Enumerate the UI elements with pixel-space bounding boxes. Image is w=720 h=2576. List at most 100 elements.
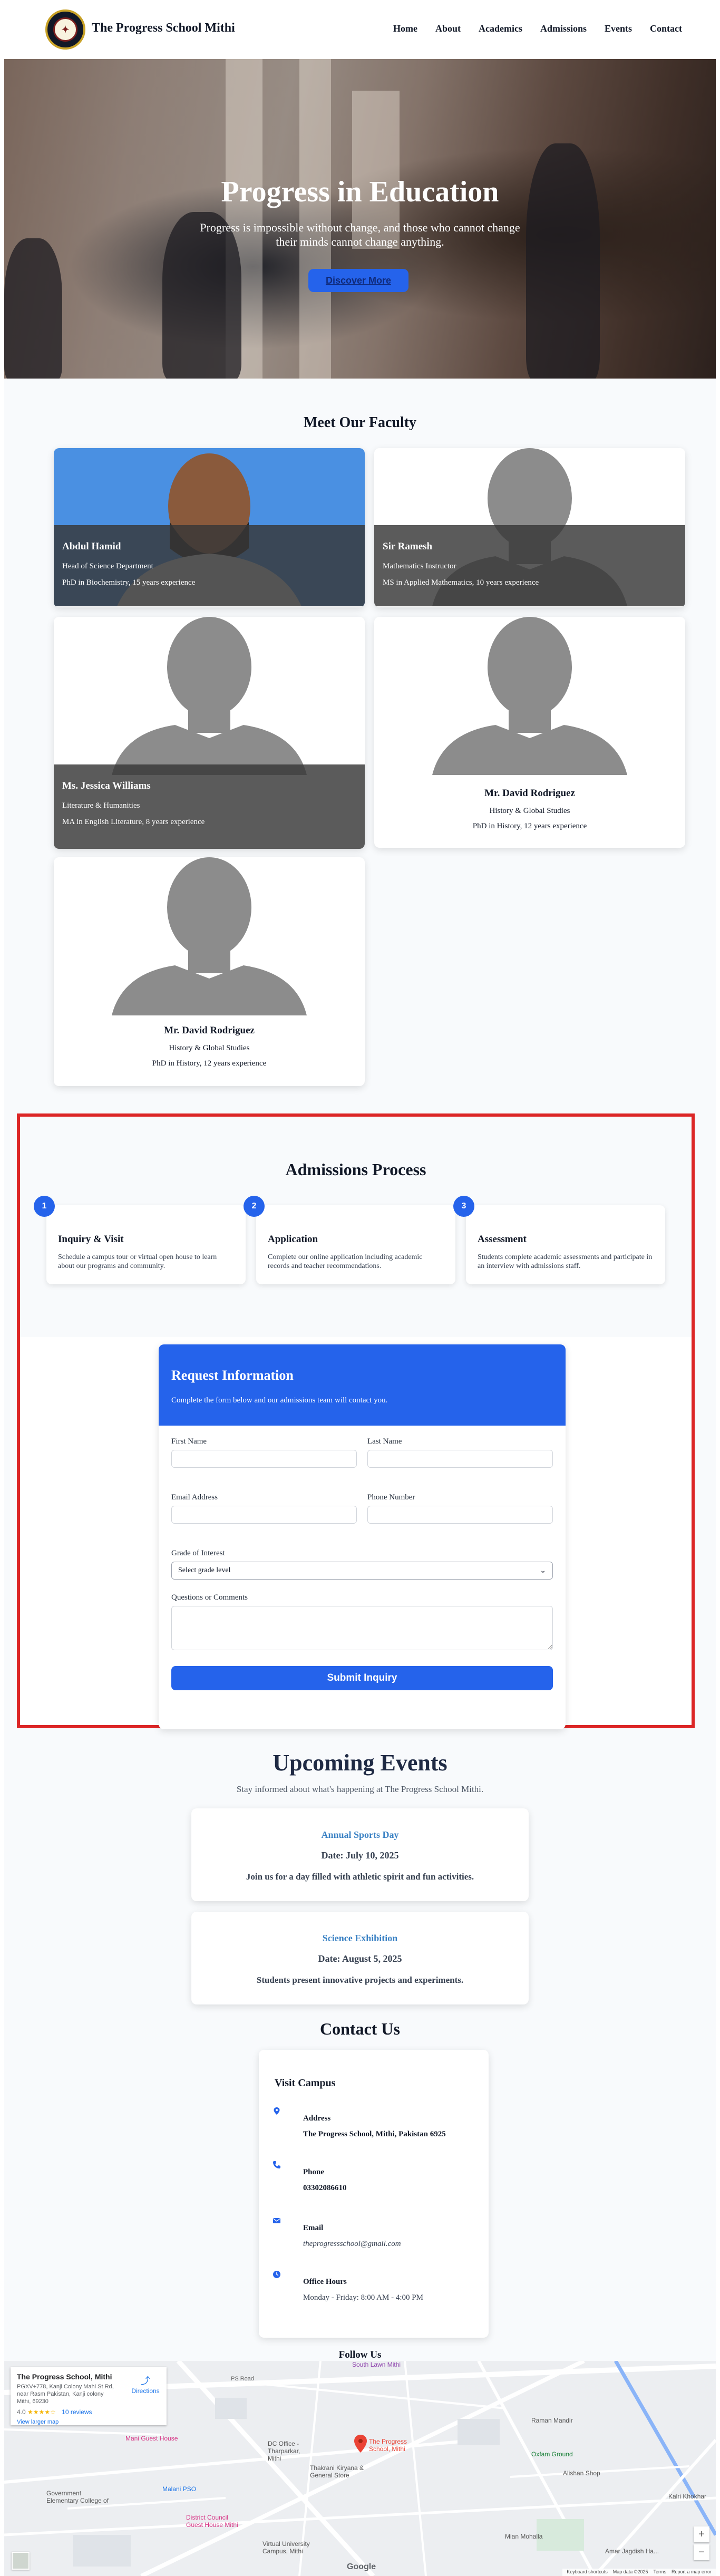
map-directions-button[interactable]: ⤴ Directions [130, 2374, 161, 2395]
follow-us-title: Follow Us [338, 2349, 382, 2360]
comments-label: Questions or Comments [171, 1593, 248, 1602]
step-number-badge: 3 [453, 1196, 474, 1217]
school-logo[interactable]: ✦ [45, 9, 85, 50]
faculty-info-overlay: Abdul Hamid Head of Science Department P… [54, 525, 365, 606]
request-info-form: Request Information Complete the form be… [159, 1344, 566, 1729]
map-label-oxfam: Oxfam Ground [531, 2451, 573, 2458]
map-marker-pin-icon[interactable] [354, 2435, 367, 2453]
faculty-card[interactable]: Sir Ramesh Mathematics Instructor MS in … [374, 448, 685, 607]
faculty-card[interactable]: Mr. David Rodriguez History & Global Stu… [374, 617, 685, 848]
first-name-input[interactable] [171, 1450, 357, 1468]
hero-student-figure [4, 238, 62, 379]
grade-label: Grade of Interest [171, 1549, 225, 1557]
chevron-down-icon: ⌄ [540, 1566, 546, 1575]
nav-academics[interactable]: Academics [479, 23, 522, 34]
phone-label: Phone Number [367, 1493, 415, 1502]
faculty-role: History & Global Studies [169, 1044, 250, 1052]
google-logo: Google [347, 2562, 376, 2571]
map-footer-report[interactable]: Report a map error [672, 2569, 712, 2575]
contact-label: Email [303, 2224, 324, 2232]
map-zoom-out-button[interactable]: − [694, 2544, 709, 2560]
map-footer-shortcuts[interactable]: Keyboard shortcuts [567, 2569, 608, 2575]
faculty-role: Head of Science Department [62, 562, 153, 570]
nav-events[interactable]: Events [605, 23, 632, 34]
embedded-map[interactable]: The Progress School, Mithi PGXV+778, Kan… [4, 2361, 716, 2576]
faculty-photo [54, 617, 365, 775]
person-silhouette-icon [112, 617, 307, 775]
faculty-info-overlay: Sir Ramesh Mathematics Instructor MS in … [374, 525, 685, 606]
faculty-name: Mr. David Rodriguez [484, 788, 575, 799]
map-label-dc-office: DC Office - Tharparkar, Mithi [268, 2440, 300, 2462]
visit-campus-title: Visit Campus [275, 2077, 336, 2089]
hero-title: Progress in Education [221, 176, 499, 208]
map-reviews-link[interactable]: 10 reviews [62, 2408, 92, 2416]
nav-admissions[interactable]: Admissions [540, 23, 587, 34]
faculty-card[interactable]: Ms. Jessica Williams Literature & Humani… [54, 617, 365, 849]
event-date: Date: August 5, 2025 [318, 1953, 402, 1964]
faculty-role: Literature & Humanities [62, 801, 140, 810]
contact-title: Contact Us [320, 2019, 400, 2038]
nav-about[interactable]: About [435, 23, 461, 34]
step-number-badge: 2 [244, 1196, 265, 1217]
person-silhouette-icon [432, 617, 627, 775]
map-footer-terms[interactable]: Terms [653, 2569, 666, 2575]
map-label-alishan: Alishan Shop [563, 2470, 600, 2477]
step-text: Complete our online application includin… [268, 1253, 423, 1270]
logo-emblem-icon: ✦ [53, 17, 77, 42]
map-footer: Keyboard shortcuts Map data ©2025 Terms … [562, 2569, 716, 2576]
faculty-card[interactable]: Mr. David Rodriguez History & Global Stu… [54, 857, 365, 1086]
event-name: Science Exhibition [322, 1933, 398, 1943]
map-zoom-in-button[interactable]: + [694, 2526, 709, 2542]
faculty-name: Mr. David Rodriguez [164, 1025, 255, 1036]
main-nav: Home About Academics Admissions Events C… [393, 23, 682, 34]
faculty-role: Mathematics Instructor [383, 562, 456, 570]
view-larger-map-link[interactable]: View larger map [17, 2419, 160, 2425]
star-rating-icon: ★★★★☆ [27, 2408, 56, 2416]
step-text: Schedule a campus tour or virtual open h… [58, 1253, 217, 1270]
hero-subtitle: Progress is impossible without change, a… [200, 221, 520, 248]
form-subtitle: Complete the form below and our admissio… [171, 1396, 388, 1405]
email-input[interactable] [171, 1506, 357, 1524]
submit-inquiry-button[interactable]: Submit Inquiry [171, 1666, 553, 1690]
site-title[interactable]: The Progress School Mithi [92, 21, 235, 35]
faculty-degree: PhD in History, 12 years experience [152, 1059, 267, 1068]
contact-value: The Progress School, Mithi, Pakistan 692… [303, 2130, 446, 2138]
contact-item-hours: Office Hours Monday - Friday: 8:00 AM - … [273, 2270, 473, 2307]
event-date: Date: July 10, 2025 [321, 1850, 399, 1861]
step-text: Students complete academic assessments a… [478, 1253, 653, 1270]
map-satellite-toggle[interactable] [12, 2552, 30, 2570]
map-place-address: PGXV+778, Kanji Colony Mahi St Rd, near … [17, 2384, 114, 2405]
admissions-title: Admissions Process [285, 1160, 426, 1179]
comments-textarea[interactable] [171, 1606, 553, 1650]
faculty-photo [54, 857, 365, 1015]
map-label-virtual-university: Virtual University Campus, Mithi [262, 2540, 310, 2555]
nav-home[interactable]: Home [393, 23, 417, 34]
event-name: Annual Sports Day [321, 1829, 399, 1840]
contact-value[interactable]: 03302086610 [303, 2184, 347, 2193]
event-description: Join us for a day filled with athletic s… [246, 1872, 474, 1882]
faculty-name: Abdul Hamid [62, 541, 121, 552]
phone-input[interactable] [367, 1506, 553, 1524]
map-label-kalri: Kalri Khokhar [668, 2493, 707, 2500]
grade-select[interactable]: Select grade level ⌄ [171, 1562, 553, 1580]
faculty-section-title: Meet Our Faculty [303, 414, 417, 431]
directions-icon: ⤴ [141, 2376, 150, 2386]
last-name-input[interactable] [367, 1450, 553, 1468]
faculty-info-overlay: Ms. Jessica Williams Literature & Humani… [54, 764, 365, 849]
event-description: Students present innovative projects and… [256, 1975, 464, 1985]
directions-label: Directions [131, 2387, 160, 2395]
map-label-malani: Malani PSO [162, 2485, 197, 2493]
contact-value: Monday - Friday: 8:00 AM - 4:00 PM [303, 2293, 423, 2302]
nav-contact[interactable]: Contact [650, 23, 682, 34]
faculty-card[interactable]: Abdul Hamid Head of Science Department P… [54, 448, 365, 607]
contact-item-email: Email theprogressschool@gmail.com [273, 2216, 473, 2253]
first-name-label: First Name [171, 1437, 207, 1446]
map-rating: 4.0 ★★★★☆ 10 reviews [17, 2408, 160, 2416]
hero-section: Progress in Education Progress is imposs… [4, 59, 716, 379]
faculty-degree: MA in English Literature, 8 years experi… [62, 818, 205, 826]
contact-value[interactable]: theprogressschool@gmail.com [303, 2240, 401, 2249]
map-label-amar: Amar Jagdish Ha... [605, 2548, 659, 2555]
event-card[interactable]: Annual Sports Day Date: July 10, 2025 Jo… [191, 1808, 529, 1901]
event-card[interactable]: Science Exhibition Date: August 5, 2025 … [191, 1912, 529, 2004]
discover-more-button[interactable]: Discover More [308, 269, 408, 292]
